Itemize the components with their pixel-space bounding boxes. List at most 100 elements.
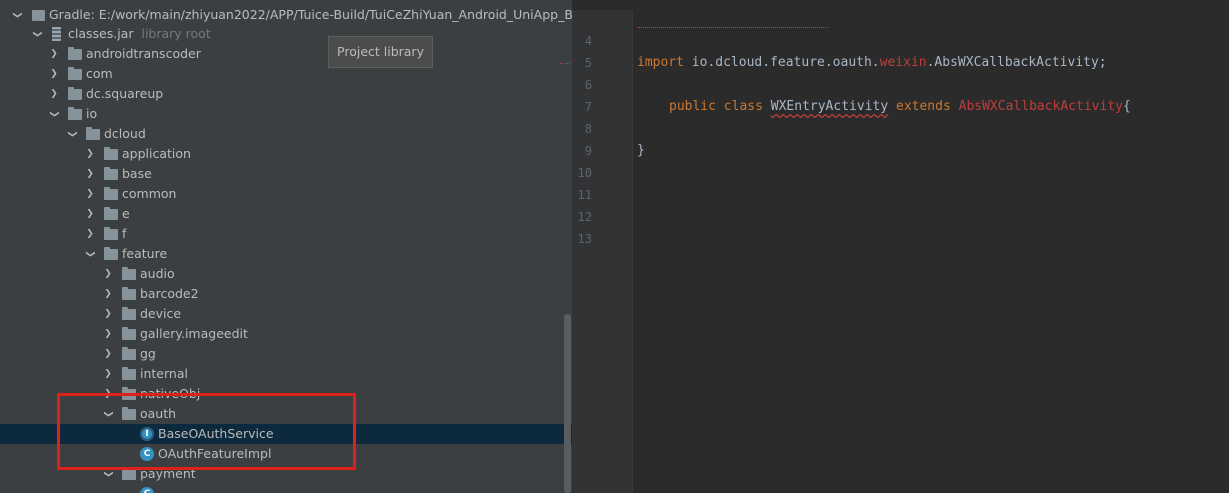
folder-icon [104, 227, 118, 240]
tree-label: payment [140, 466, 196, 481]
tree-row-gallery-imageedit[interactable]: gallery.imageedit [0, 324, 572, 344]
tree-row-partial[interactable]: C [0, 484, 572, 493]
code-line-import[interactable]: import io.dcloud.feature.oauth.weixin.Ab… [637, 55, 1107, 70]
tree-row-com[interactable]: com [0, 64, 572, 84]
line-number: 7 [584, 100, 592, 114]
chevron-collapsed-icon[interactable] [101, 324, 115, 344]
chevron-expanded-icon[interactable] [10, 5, 24, 25]
chevron-collapsed-icon[interactable] [83, 164, 97, 184]
package-path: io.dcloud.feature.oauth. [683, 55, 880, 70]
tree-row-device[interactable]: device [0, 304, 572, 324]
tree-label: dc.squareup [86, 86, 164, 101]
tree-row-e[interactable]: e [0, 204, 572, 224]
chevron-collapsed-icon[interactable] [83, 224, 97, 244]
chevron-expanded-icon[interactable] [65, 124, 79, 144]
tree-row-dc-squareup[interactable]: dc.squareup [0, 84, 572, 104]
tree-row-classes-jar[interactable]: classes.jar library root [0, 24, 572, 44]
tree-row-gg[interactable]: gg [0, 344, 572, 364]
folder-icon [122, 367, 136, 380]
chevron-collapsed-icon[interactable] [101, 384, 115, 404]
tree-row-dcloud[interactable]: dcloud [0, 124, 572, 144]
tree-label: audio [140, 266, 175, 281]
chevron-collapsed-icon[interactable] [101, 284, 115, 304]
tree-label: internal [140, 366, 188, 381]
project-tree[interactable]: Gradle: E:/work/main/zhiyuan2022/APP/Tui… [0, 0, 572, 493]
tree-row-internal[interactable]: internal [0, 364, 572, 384]
chevron-expanded-icon[interactable] [101, 464, 115, 484]
folder-icon [122, 347, 136, 360]
editor-top-strip [572, 0, 1229, 10]
tree-row-gradle[interactable]: Gradle: E:/work/main/zhiyuan2022/APP/Tui… [0, 5, 572, 25]
chevron-collapsed-icon[interactable] [83, 144, 97, 164]
line-number: 6 [584, 78, 592, 92]
line-number: 4 [584, 34, 592, 48]
chevron-collapsed-icon[interactable] [47, 44, 61, 64]
chevron-expanded-icon[interactable] [30, 24, 44, 44]
chevron-expanded-icon[interactable] [47, 104, 61, 124]
line-number: 10 [577, 166, 592, 180]
folder-icon [68, 47, 82, 60]
tree-row-oauth-feature-impl[interactable]: C OAuthFeatureImpl [0, 444, 572, 464]
code-line-class-decl[interactable]: public class WXEntryActivity extends Abs… [669, 99, 1131, 114]
tree-row-audio[interactable]: audio [0, 264, 572, 284]
folder-icon [122, 327, 136, 340]
tree-row-nativeobj[interactable]: nativeObj [0, 384, 572, 404]
folder-icon [122, 287, 136, 300]
chevron-expanded-icon[interactable] [83, 244, 97, 264]
library-root-hint: library root [141, 26, 211, 41]
code-line-brace-close[interactable]: } [637, 143, 645, 158]
tree-label: io [86, 106, 98, 121]
line-number: 12 [577, 210, 592, 224]
chevron-collapsed-icon[interactable] [83, 204, 97, 224]
tree-row-base[interactable]: base [0, 164, 572, 184]
unresolved-package: weixin [879, 55, 927, 70]
folder-icon [86, 127, 100, 140]
chevron-collapsed-icon[interactable] [101, 344, 115, 364]
folder-icon [122, 267, 136, 280]
tree-row-androidtranscoder[interactable]: androidtranscoder [0, 44, 572, 64]
tree-label: OAuthFeatureImpl [158, 446, 272, 461]
tree-row-f[interactable]: f [0, 224, 572, 244]
unresolved-class: AbsWXCallbackActivity [958, 99, 1123, 114]
chevron-collapsed-icon[interactable] [101, 364, 115, 384]
class-name: WXEntryActivity [770, 99, 889, 114]
tree-label: dcloud [104, 126, 146, 141]
tree-scrollbar[interactable] [564, 314, 571, 493]
keyword: extends [896, 99, 951, 114]
tree-row-feature[interactable]: feature [0, 244, 572, 264]
tree-label: e [122, 206, 130, 221]
line-number: 5 [584, 56, 592, 70]
chevron-expanded-icon[interactable] [101, 404, 115, 424]
folder-icon [104, 147, 118, 160]
keyword: import [637, 55, 684, 70]
tree-label: BaseOAuthService [158, 426, 274, 441]
tree-row-payment[interactable]: payment [0, 464, 572, 484]
tree-row-application[interactable]: application [0, 144, 572, 164]
imported-class: .AbsWXCallbackActivity; [926, 55, 1107, 70]
tree-label: common [122, 186, 177, 201]
class-icon: C [140, 487, 154, 493]
chevron-collapsed-icon[interactable] [47, 64, 61, 84]
gutter-error-mark [560, 62, 570, 64]
chevron-collapsed-icon[interactable] [47, 84, 61, 104]
chevron-collapsed-icon[interactable] [101, 264, 115, 284]
project-library-tooltip: Project library [328, 36, 433, 68]
folder-icon [104, 247, 118, 260]
line-number: 13 [577, 232, 592, 246]
tree-row-oauth[interactable]: oauth [0, 404, 572, 424]
folder-icon [122, 387, 136, 400]
chevron-collapsed-icon[interactable] [101, 304, 115, 324]
tree-row-barcode2[interactable]: barcode2 [0, 284, 572, 304]
tree-row-base-oauth-service[interactable]: I BaseOAuthService [0, 424, 572, 444]
tree-row-io[interactable]: io [0, 104, 572, 124]
tree-label: oauth [140, 406, 177, 421]
library-icon [32, 10, 45, 21]
folder-icon [104, 207, 118, 220]
tree-row-common[interactable]: common [0, 184, 572, 204]
chevron-collapsed-icon[interactable] [83, 184, 97, 204]
folder-icon [104, 167, 118, 180]
line-number: 11 [577, 188, 592, 202]
tree-label: device [140, 306, 182, 321]
line-number: 8 [584, 122, 592, 136]
folder-icon [122, 467, 136, 480]
